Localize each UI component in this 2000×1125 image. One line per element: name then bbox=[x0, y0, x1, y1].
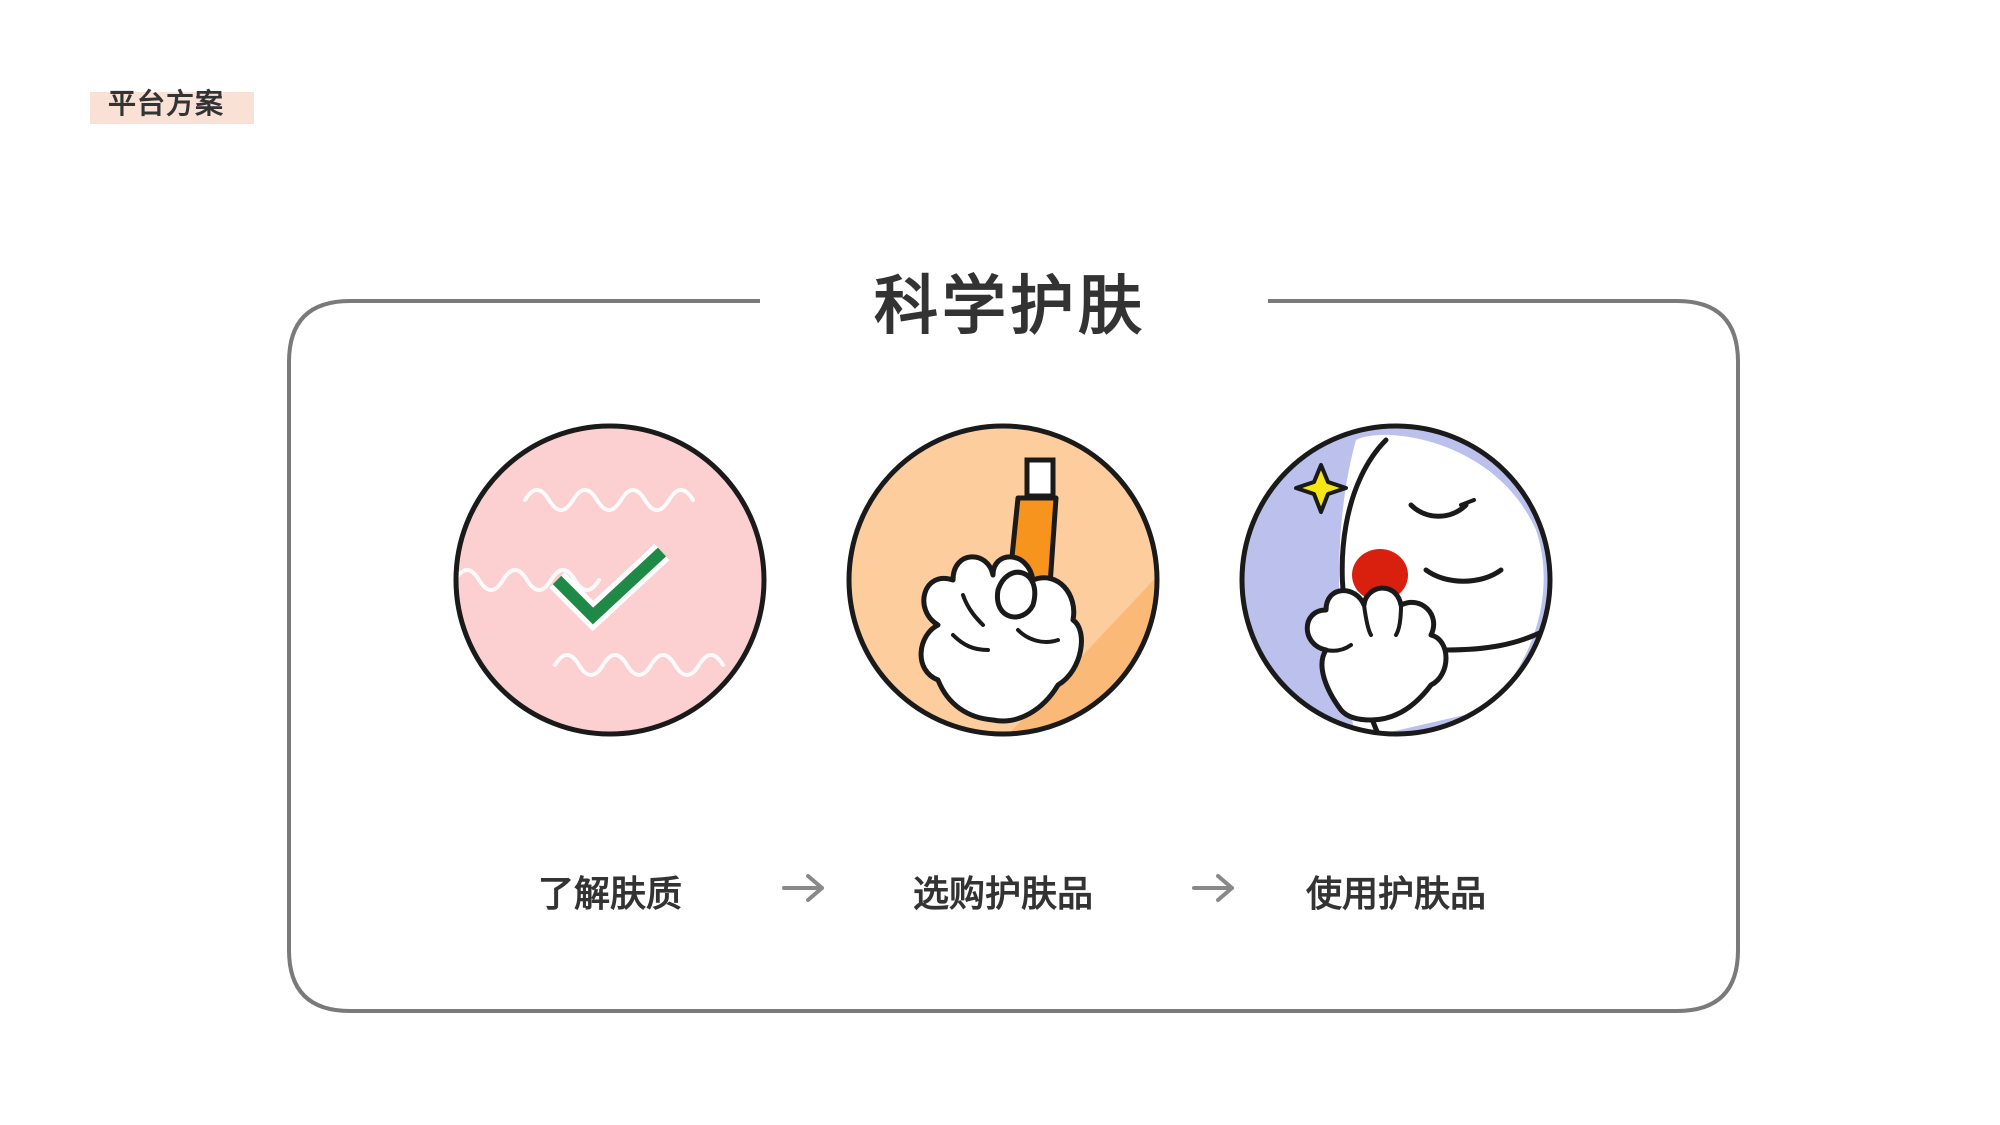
step-label-use-products: 使用护肤品 bbox=[1305, 874, 1486, 915]
arrow-right-icon bbox=[782, 874, 824, 902]
arrow-right-icon bbox=[1192, 874, 1234, 902]
step-label-buy-products: 选购护肤品 bbox=[912, 874, 1093, 915]
step-label-skin-type: 了解肤质 bbox=[537, 874, 682, 915]
page-title: 科学护肤 bbox=[874, 270, 1146, 344]
face-applying-cream-icon bbox=[1239, 423, 1553, 737]
hand-holding-bottle-icon bbox=[846, 423, 1160, 737]
checkmark-on-skin-icon bbox=[453, 423, 767, 737]
